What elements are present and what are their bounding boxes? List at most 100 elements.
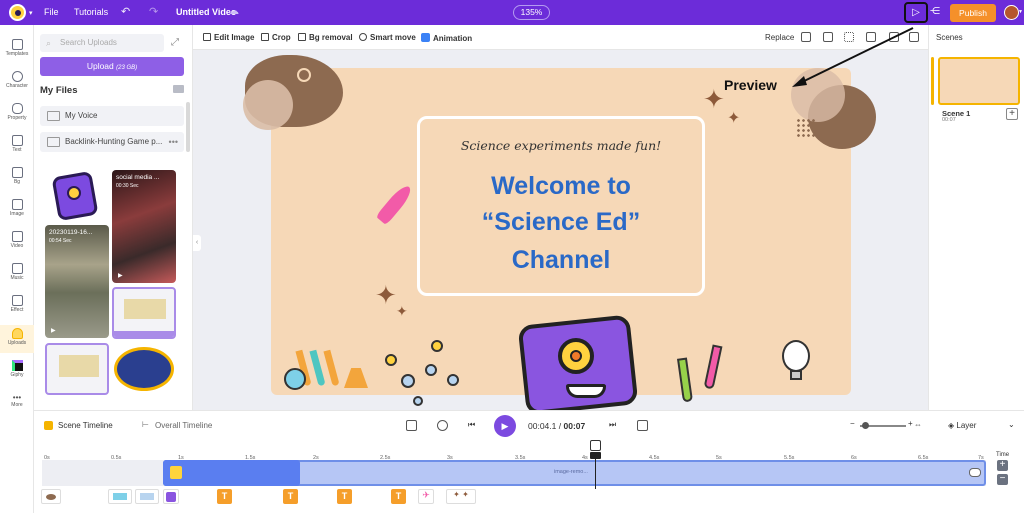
- tool-label: Smart move: [370, 33, 416, 42]
- playhead-cursor-icon[interactable]: [590, 440, 601, 451]
- nav-character[interactable]: Character: [0, 71, 34, 89]
- fit-width-icon[interactable]: ⇔: [914, 420, 922, 429]
- nav-music[interactable]: Music: [0, 263, 34, 281]
- playhead[interactable]: [595, 452, 596, 489]
- app-logo[interactable]: [9, 4, 26, 21]
- redo-icon[interactable]: ↷: [149, 5, 158, 18]
- chevron-down-icon[interactable]: ▾: [29, 9, 33, 17]
- nav-text[interactable]: Text: [0, 135, 34, 153]
- layer-dropdown[interactable]: ◈ Layer: [948, 421, 976, 430]
- scene-duration: 00:07: [942, 117, 956, 123]
- scenes-heading: Scenes: [936, 33, 963, 42]
- chevron-down-icon[interactable]: ▼: [1018, 9, 1023, 15]
- scene-indicator: [931, 57, 934, 105]
- nav-bg[interactable]: Bg: [0, 167, 34, 185]
- rocket-layer[interactable]: ✈: [418, 489, 434, 504]
- play-icon: ▶: [51, 328, 56, 334]
- thumb-duration: 00:30 Sec: [116, 183, 139, 189]
- bg-icon: [11, 167, 23, 178]
- folder-item[interactable]: My Voice: [40, 106, 184, 126]
- sparkle-layer[interactable]: ✦ ✦: [446, 489, 476, 504]
- publish-button[interactable]: Publish: [950, 4, 996, 22]
- crop-icon: [261, 33, 269, 41]
- robot-mouth: [566, 384, 606, 398]
- nav-video[interactable]: Video: [0, 231, 34, 249]
- folder-item[interactable]: Backlink-Hunting Game p... •••: [40, 132, 184, 152]
- hand-icon[interactable]: [437, 420, 448, 431]
- time-zoom-out-button[interactable]: −: [997, 474, 1008, 485]
- video-icon: [11, 231, 23, 242]
- add-scene-button[interactable]: +: [1006, 108, 1018, 120]
- share-icon[interactable]: ⋲: [930, 6, 940, 17]
- text-layer[interactable]: T: [337, 489, 352, 504]
- time-zoom-in-button[interactable]: +: [997, 460, 1008, 471]
- eye-icon[interactable]: [969, 468, 981, 477]
- edit-image-button[interactable]: Edit Image: [203, 33, 254, 42]
- layer-thumb[interactable]: [135, 489, 159, 504]
- upload-thumb[interactable]: [45, 343, 109, 395]
- upload-thumb[interactable]: social media ... 00:30 Sec ▶: [112, 170, 176, 283]
- search-input[interactable]: Search Uploads: [40, 34, 164, 52]
- overall-timeline-tab[interactable]: Overall Timeline: [155, 421, 212, 430]
- play-icon: ▶: [118, 273, 123, 279]
- tool-label: Edit Image: [214, 33, 255, 42]
- nav-uploads[interactable]: Uploads: [0, 325, 34, 353]
- effect-icon: [11, 295, 23, 306]
- text-layer[interactable]: T: [283, 489, 298, 504]
- uploads-panel: Search Uploads ⌕ ⤢ Upload (23 GB) My Fil…: [34, 25, 193, 410]
- menu-file[interactable]: File: [44, 7, 59, 17]
- sparkle-icon: ✦: [375, 280, 397, 310]
- sparkle-icon: ✦: [703, 84, 725, 114]
- canvas-title-line[interactable]: Welcome to: [417, 172, 705, 201]
- avatar[interactable]: [1004, 5, 1019, 20]
- canvas-title-line[interactable]: Channel: [417, 246, 705, 275]
- upload-thumb[interactable]: [112, 343, 176, 395]
- text-layer[interactable]: T: [217, 489, 232, 504]
- crop-button[interactable]: Crop: [261, 33, 291, 42]
- project-title[interactable]: Untitled Video: [176, 7, 236, 17]
- nav-property[interactable]: Property: [0, 103, 34, 121]
- layer-thumb[interactable]: [163, 489, 179, 504]
- zoom-out-icon[interactable]: −: [850, 419, 855, 428]
- scene-timeline-tab[interactable]: Scene Timeline: [58, 421, 113, 430]
- menu-tutorials[interactable]: Tutorials: [74, 7, 108, 17]
- layer-thumb[interactable]: [41, 489, 61, 504]
- upload-button[interactable]: Upload (23 GB): [40, 57, 184, 76]
- canvas-title-line[interactable]: “Science Ed”: [417, 208, 705, 237]
- scrollbar[interactable]: [186, 102, 190, 152]
- scene-thumb[interactable]: [938, 57, 1020, 105]
- nav-image[interactable]: Image: [0, 199, 34, 217]
- animation-button[interactable]: Animation: [421, 33, 472, 43]
- new-folder-icon[interactable]: [173, 85, 184, 93]
- fit-icon[interactable]: [406, 420, 417, 431]
- nav-label: Music: [10, 275, 24, 281]
- zoom-level[interactable]: 135%: [513, 5, 550, 20]
- upload-thumb[interactable]: [45, 170, 109, 225]
- nav-more[interactable]: ••• More: [0, 393, 34, 408]
- nav-effect[interactable]: Effect: [0, 295, 34, 313]
- zoom-in-icon[interactable]: +: [908, 419, 913, 428]
- clip-thumb-icon: [170, 466, 182, 479]
- skip-back-icon[interactable]: ⏮: [468, 420, 475, 430]
- canvas-subtitle[interactable]: Science experiments made fun!: [417, 138, 705, 153]
- undo-icon[interactable]: ↶: [121, 5, 130, 18]
- collapse-panel-icon[interactable]: ‹: [193, 235, 201, 251]
- skip-forward-icon[interactable]: ⏭: [609, 420, 616, 430]
- chevron-down-icon[interactable]: ⌄: [1008, 420, 1015, 429]
- upload-thumb[interactable]: [112, 287, 176, 339]
- property-icon: [11, 103, 23, 114]
- bg-removal-button[interactable]: Bg removal: [298, 33, 353, 42]
- zoom-slider-handle[interactable]: [862, 422, 869, 429]
- more-icon[interactable]: •••: [169, 132, 178, 152]
- timeline-clip-selected[interactable]: [163, 460, 300, 486]
- nav-templates[interactable]: Templates: [0, 39, 34, 57]
- upload-thumb[interactable]: 20230119-16... 00:54 Sec ▶: [45, 225, 109, 338]
- text-layer[interactable]: T: [391, 489, 406, 504]
- layer-thumb[interactable]: [108, 489, 132, 504]
- caption-icon[interactable]: [637, 420, 648, 431]
- nav-giphy[interactable]: Giphy: [0, 360, 34, 378]
- smart-move-button[interactable]: Smart move: [359, 33, 416, 42]
- expand-icon[interactable]: ⤢: [171, 37, 179, 48]
- play-button[interactable]: ▶: [494, 415, 516, 437]
- image-icon: [11, 199, 23, 210]
